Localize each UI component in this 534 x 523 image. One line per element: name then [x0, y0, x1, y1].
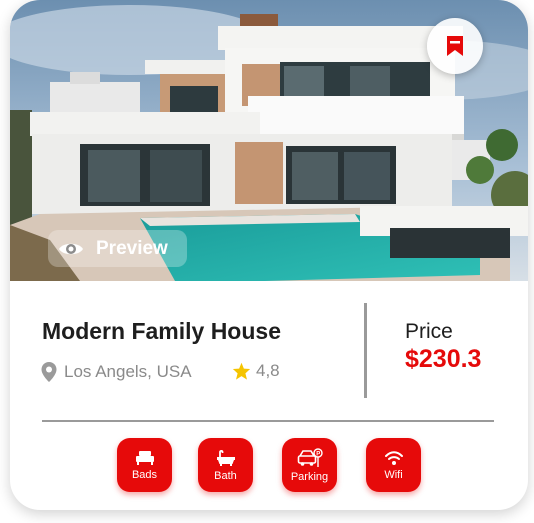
- property-title: Modern Family House: [42, 318, 281, 344]
- location-pin-icon: [41, 362, 57, 382]
- location-text: Los Angels, USA: [64, 362, 192, 381]
- preview-button[interactable]: Preview: [48, 230, 187, 267]
- amenity-label: Parking: [290, 470, 329, 483]
- amenity-parking-button[interactable]: P Parking: [282, 438, 337, 492]
- horizontal-divider: [42, 420, 494, 422]
- amenity-label: Wifi: [384, 468, 403, 481]
- wifi-icon: [384, 450, 403, 465]
- property-card[interactable]: Preview Modern Family House Los Angels, …: [10, 0, 528, 510]
- amenity-label: Bads: [131, 468, 158, 481]
- bookmark-icon: [447, 36, 463, 56]
- preview-label: Preview: [96, 237, 168, 259]
- vertical-divider: [364, 303, 367, 398]
- amenity-bath-button[interactable]: Bath: [198, 438, 253, 492]
- bathtub-icon: [216, 449, 235, 466]
- property-rating: 4,8: [232, 361, 280, 381]
- svg-text:P: P: [316, 451, 320, 457]
- bookmark-button[interactable]: [427, 18, 483, 74]
- amenity-label: Bath: [214, 469, 237, 482]
- bed-icon: [135, 450, 154, 465]
- amenity-wifi-button[interactable]: Wifi: [366, 438, 421, 492]
- parking-icon: P: [297, 447, 323, 467]
- property-photo: Preview: [10, 0, 528, 281]
- price-label: Price: [405, 320, 453, 343]
- star-icon: [232, 362, 251, 380]
- eye-icon: [59, 243, 83, 254]
- price-value: $230.3: [405, 345, 482, 373]
- rating-value: 4,8: [256, 361, 280, 380]
- property-location: Los Angels, USA: [40, 361, 192, 383]
- amenity-beds-button[interactable]: Bads: [117, 438, 172, 492]
